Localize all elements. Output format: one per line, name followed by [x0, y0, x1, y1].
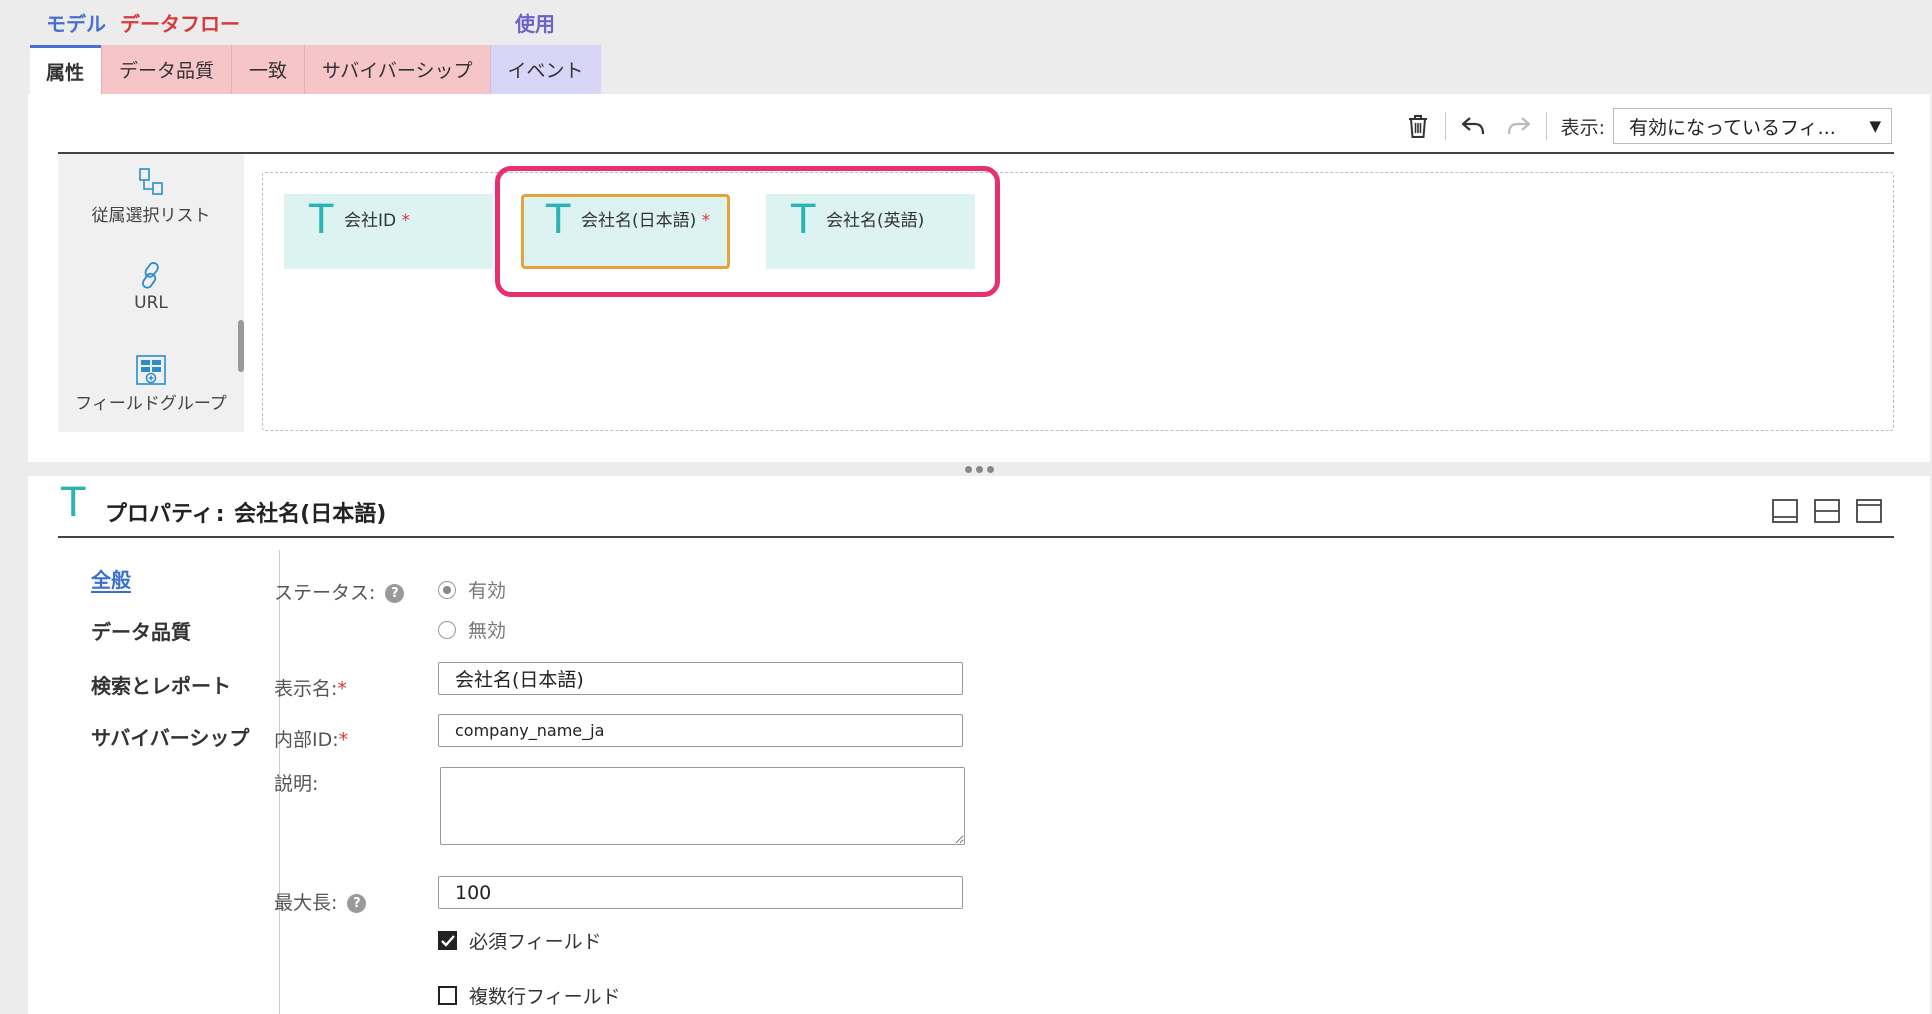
- nav-data-quality[interactable]: データ品質: [91, 616, 191, 645]
- help-icon[interactable]: ?: [385, 584, 405, 603]
- internal-id-input[interactable]: [438, 714, 963, 747]
- checkbox-unchecked-icon: [438, 986, 457, 1005]
- undo-button[interactable]: [1450, 108, 1496, 144]
- text-type-icon: T: [309, 197, 334, 243]
- status-inactive-radio[interactable]: 無効: [438, 616, 506, 643]
- field-group-icon: [136, 355, 166, 385]
- tab-survivorship[interactable]: サバイバーシップ: [304, 45, 490, 94]
- radio-selected-icon: [438, 580, 456, 599]
- palette-item-label: 従属選択リスト: [91, 206, 211, 226]
- properties-title: プロパティ: 会社名(日本語): [105, 502, 387, 527]
- required-field-checkbox[interactable]: 必須フィールド: [438, 927, 602, 954]
- multiline-field-checkbox[interactable]: 複数行フィールド: [438, 982, 621, 1009]
- dropdown-arrow-icon: ▼: [1869, 117, 1881, 135]
- palette-item-url[interactable]: URL: [58, 260, 244, 313]
- tab-bar: 属性 データ品質 一致 サバイバーシップ イベント: [30, 45, 601, 94]
- toolbar-separator: [1545, 112, 1547, 140]
- checkbox-checked-icon: [438, 931, 457, 950]
- panel-splitter[interactable]: [28, 462, 1930, 476]
- palette-item-label: URL: [134, 293, 168, 313]
- palette-scrollbar[interactable]: [238, 320, 244, 372]
- status-label: ステータス:?: [274, 578, 405, 605]
- layout-buttons: [1764, 496, 1890, 526]
- palette-item-dependent-picklist[interactable]: 従属選択リスト: [58, 166, 244, 226]
- drag-dot-icon: [986, 465, 994, 473]
- properties-panel: T プロパティ: 会社名(日本語) 全般 データ品質 検索とレポート サバイバー…: [28, 476, 1930, 1014]
- undo-icon: [1461, 117, 1484, 135]
- drag-dot-icon: [975, 465, 983, 473]
- text-type-icon: T: [791, 197, 816, 243]
- layout-top-button[interactable]: [1848, 496, 1890, 526]
- field-card-name: 会社名(日本語) *: [581, 211, 711, 231]
- palette-item-field-group[interactable]: フィールドグループ: [58, 354, 244, 414]
- field-card-name: 会社ID *: [344, 211, 411, 231]
- trash-icon: [1408, 115, 1427, 138]
- category-dataflow: データフロー: [120, 12, 240, 36]
- text-type-icon: T: [546, 197, 571, 243]
- max-length-input[interactable]: [438, 876, 963, 909]
- category-use: 使用: [515, 12, 555, 36]
- help-icon[interactable]: ?: [347, 894, 367, 913]
- tab-attributes[interactable]: 属性: [30, 45, 102, 94]
- field-card-company-name-en[interactable]: T 会社名(英語): [766, 194, 975, 269]
- internal-id-label: 内部ID:*: [274, 729, 349, 751]
- layout-bottom-button[interactable]: [1764, 496, 1806, 526]
- drag-dot-icon: [964, 465, 972, 473]
- description-textarea[interactable]: [440, 767, 965, 845]
- display-name-input[interactable]: [438, 662, 963, 695]
- field-canvas: T 会社ID * T 会社名(日本語) * T 会社名(英語): [262, 166, 1894, 431]
- tab-data-quality[interactable]: データ品質: [101, 45, 232, 94]
- tab-match[interactable]: 一致: [231, 45, 305, 94]
- dependent-picklist-icon: [139, 168, 163, 195]
- nav-search-reports[interactable]: 検索とレポート: [91, 670, 231, 699]
- display-name-label: 表示名:*: [274, 678, 347, 700]
- delete-button[interactable]: [1395, 108, 1441, 144]
- layout-top-icon: [1856, 499, 1882, 523]
- toolbar-separator: [1444, 112, 1446, 140]
- field-card-name: 会社名(英語): [826, 211, 925, 231]
- field-card-company-id[interactable]: T 会社ID *: [284, 194, 493, 269]
- nav-survivorship[interactable]: サバイバーシップ: [91, 722, 249, 751]
- description-label: 説明:: [274, 773, 319, 795]
- redo-icon: [1507, 117, 1530, 135]
- field-card-company-name-ja[interactable]: T 会社名(日本語) *: [521, 194, 730, 269]
- nav-general[interactable]: 全般: [91, 564, 131, 593]
- display-filter-label: 表示:: [1560, 116, 1605, 139]
- palette-item-label: フィールドグループ: [75, 394, 227, 414]
- link-icon: [142, 262, 159, 289]
- text-type-icon: T: [61, 480, 86, 526]
- toolbar-divider: [58, 152, 1894, 154]
- layout-split-button[interactable]: [1806, 496, 1848, 526]
- layout-bottom-icon: [1772, 499, 1798, 523]
- designer-panel: 表示: 有効になっているフィ... ▼ 従属選択リスト URL フィールドグルー…: [28, 94, 1930, 462]
- display-filter-value: 有効になっているフィ...: [1629, 116, 1836, 139]
- redo-button[interactable]: [1496, 108, 1542, 144]
- properties-divider: [58, 536, 1894, 538]
- tab-event[interactable]: イベント: [489, 45, 601, 94]
- status-active-radio[interactable]: 有効: [438, 576, 506, 603]
- designer-toolbar: 表示: 有効になっているフィ... ▼: [1395, 108, 1892, 144]
- category-model: モデル: [46, 12, 106, 36]
- properties-nav: 全般 データ品質 検索とレポート サバイバーシップ: [58, 550, 280, 1014]
- display-filter-dropdown[interactable]: 有効になっているフィ... ▼: [1613, 108, 1892, 144]
- field-palette: 従属選択リスト URL フィールドグループ: [58, 154, 244, 432]
- layout-split-icon: [1814, 499, 1840, 523]
- radio-unselected-icon: [438, 620, 456, 639]
- max-length-label: 最大長:?: [274, 888, 367, 915]
